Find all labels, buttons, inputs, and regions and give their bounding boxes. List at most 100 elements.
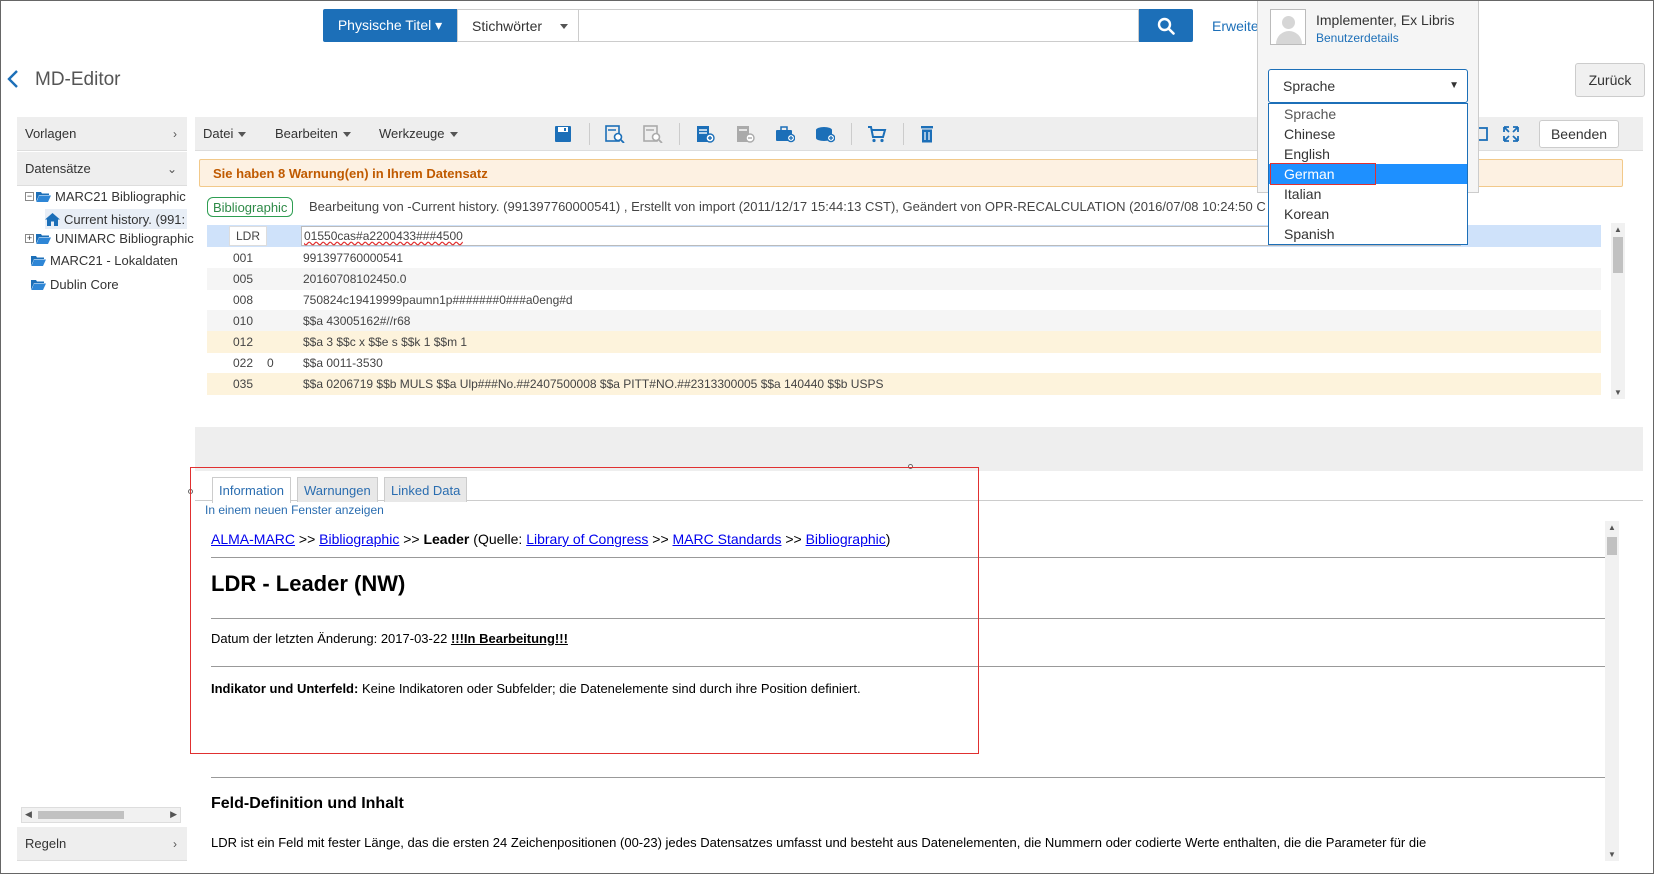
field-value[interactable]: 991397760000541 — [303, 251, 403, 265]
menu-file[interactable]: Datei — [203, 126, 247, 141]
field-tag: 010 — [233, 314, 254, 328]
language-select[interactable]: Sprache ▼ — [1268, 69, 1468, 103]
toolbar-separator — [679, 123, 680, 145]
open-new-window-link[interactable]: In einem neuen Fenster anzeigen — [205, 503, 384, 517]
user-details-link[interactable]: Benutzerdetails — [1316, 31, 1399, 45]
folder-open-icon — [36, 234, 51, 244]
search-type-dropdown[interactable]: Stichwörter — [457, 9, 579, 42]
resize-handle-top[interactable] — [908, 464, 913, 469]
field-value[interactable]: $$a 3 $$c x $$e s $$k 1 $$m 1 — [303, 335, 467, 349]
menu-tools[interactable]: Werkzeuge — [379, 126, 458, 141]
advanced-search-link[interactable]: Erweite — [1212, 18, 1259, 34]
add-item-disabled-icon[interactable] — [735, 125, 755, 143]
accordion-rules[interactable]: Regeln › — [17, 827, 187, 861]
menu-edit[interactable]: Bearbeiten — [275, 126, 351, 141]
indicator-text: Keine Indikatoren oder Subfelder; die Da… — [358, 681, 861, 696]
finish-button[interactable]: Beenden — [1539, 120, 1619, 148]
crumb-bibliographic[interactable]: Bibliographic — [319, 531, 399, 547]
shopping-cart-icon[interactable] — [867, 125, 887, 143]
field-value[interactable]: $$a 0206719 $$b MULS $$a Ulp###No.##2407… — [303, 377, 883, 391]
tree-item-marc21-local[interactable]: MARC21 - Lokaldaten — [31, 253, 178, 268]
divider — [211, 557, 1605, 558]
trash-icon[interactable] — [917, 125, 937, 143]
scrollbar-thumb[interactable] — [1607, 537, 1617, 555]
scroll-up-icon[interactable]: ▲ — [1614, 225, 1622, 234]
field-value[interactable]: 750824c19419999paumn1p#######0###a0eng#d — [303, 293, 573, 307]
ldr-value-text: 01550cas#a2200433###4500 — [304, 229, 463, 243]
field-row[interactable]: 001 991397760000541 — [207, 247, 1601, 269]
search-scope-dropdown[interactable]: Physische Titel ▾ — [323, 9, 457, 42]
tree-item-current-record[interactable]: Current history. (991: — [45, 209, 187, 229]
field-tag: 001 — [233, 251, 254, 265]
tree-item-marc21-bib[interactable]: − MARC21 Bibliographic — [25, 189, 186, 204]
scroll-down-icon[interactable]: ▼ — [1608, 850, 1616, 859]
crumb-bibliographic-2[interactable]: Bibliographic — [806, 531, 886, 547]
language-option-chinese[interactable]: Chinese — [1269, 124, 1467, 144]
language-option-italian[interactable]: Italian — [1269, 184, 1467, 204]
add-portfolio-icon[interactable] — [775, 125, 795, 143]
accordion-templates[interactable]: Vorlagen › — [17, 117, 187, 151]
crumb-library-of-congress[interactable]: Library of Congress — [526, 531, 648, 547]
tab-warnings[interactable]: Warnungen — [297, 477, 378, 502]
crumb-sep: >> — [781, 531, 806, 547]
doc-heading: LDR - Leader (NW) — [211, 571, 406, 596]
caret-down-icon — [238, 132, 247, 138]
field-row[interactable]: 022 0 $$a 0011-3530 — [207, 352, 1601, 374]
back-chevron-icon[interactable] — [7, 69, 19, 89]
field-tag[interactable]: LDR — [229, 226, 267, 246]
crumb-marc-standards[interactable]: MARC Standards — [673, 531, 782, 547]
language-option-spanish[interactable]: Spanish — [1269, 224, 1467, 244]
search-button[interactable] — [1139, 9, 1193, 42]
save-icon[interactable] — [553, 125, 573, 143]
collapse-icon[interactable]: − — [25, 192, 34, 201]
scroll-down-icon[interactable]: ▼ — [1614, 388, 1622, 397]
language-option-english[interactable]: English — [1269, 144, 1467, 164]
language-option-sprache[interactable]: Sprache — [1269, 104, 1467, 124]
crumb-alma-marc[interactable]: ALMA-MARC — [211, 531, 295, 547]
add-electronic-collection-icon[interactable] — [815, 125, 835, 143]
field-row[interactable]: 010 $$a 43005162#//r68 — [207, 310, 1601, 332]
avatar[interactable] — [1270, 9, 1306, 45]
tab-linked-data[interactable]: Linked Data — [384, 477, 468, 502]
fullscreen-icon[interactable] — [1501, 125, 1521, 143]
pane-splitter[interactable] — [195, 427, 1643, 471]
crumb-close: ) — [885, 531, 891, 547]
expand-icon[interactable]: + — [25, 234, 34, 243]
scrollbar-thumb[interactable] — [1613, 237, 1623, 273]
field-tag: 035 — [233, 377, 254, 391]
language-option-korean[interactable]: Korean — [1269, 204, 1467, 224]
tree-item-label: MARC21 - Lokaldaten — [50, 253, 178, 268]
language-option-german[interactable]: German — [1269, 163, 1467, 185]
field-value[interactable]: 20160708102450.0 — [303, 272, 406, 286]
fields-vertical-scrollbar[interactable]: ▲ ▼ — [1611, 223, 1625, 399]
tree-horizontal-scrollbar[interactable]: ◀ ▶ — [21, 807, 181, 823]
scrollbar-thumb[interactable] — [38, 811, 124, 819]
search-input[interactable] — [579, 9, 1139, 42]
field-row[interactable]: 005 20160708102450.0 — [207, 268, 1601, 290]
field-row[interactable]: 008 750824c19419999paumn1p#######0###a0e… — [207, 289, 1601, 311]
scroll-left-icon[interactable]: ◀ — [25, 809, 32, 820]
search-record-icon[interactable] — [605, 125, 625, 143]
add-holdings-icon[interactable] — [695, 125, 715, 143]
status-in-progress: !!!In Bearbeitung!!! — [450, 631, 568, 646]
tab-information[interactable]: Information — [212, 477, 292, 503]
tree-item-dublin-core[interactable]: Dublin Core — [31, 277, 119, 292]
app-frame: Physische Titel ▾ Stichwörter Erweite Im… — [0, 0, 1654, 874]
help-tabs: Information Warnungen Linked Data — [195, 471, 1643, 503]
field-value[interactable]: $$a 0011-3530 — [303, 356, 383, 370]
resize-handle-left[interactable] — [188, 489, 193, 494]
scroll-right-icon[interactable]: ▶ — [170, 809, 177, 820]
crumb-source-prefix: (Quelle: — [469, 531, 527, 547]
tree-item-label: Dublin Core — [50, 277, 119, 292]
tree-item-unimarc-bib[interactable]: + UNIMARC Bibliographic — [25, 231, 194, 246]
help-vertical-scrollbar[interactable]: ▲ ▼ — [1605, 521, 1619, 861]
accordion-records[interactable]: Datensätze ⌄ — [17, 152, 187, 186]
field-row-warning[interactable]: 035 $$a 0206719 $$b MULS $$a Ulp###No.##… — [207, 373, 1601, 395]
field-row-warning[interactable]: 012 $$a 3 $$c x $$e s $$k 1 $$m 1 — [207, 331, 1601, 353]
menu-tools-label: Werkzeuge — [379, 126, 445, 141]
field-value[interactable]: $$a 43005162#//r68 — [303, 314, 410, 328]
search-record-disabled-icon[interactable] — [643, 125, 663, 143]
accordion-templates-label: Vorlagen — [25, 126, 77, 141]
scroll-up-icon[interactable]: ▲ — [1608, 523, 1616, 532]
back-button[interactable]: Zurück — [1575, 63, 1645, 97]
